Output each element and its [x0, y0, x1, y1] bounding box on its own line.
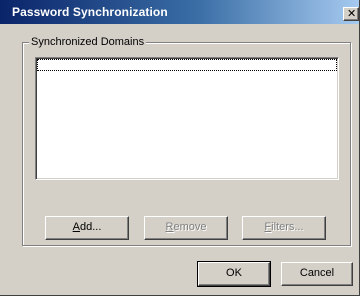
- add-button[interactable]: Add...: [45, 216, 129, 240]
- remove-button[interactable]: Remove: [144, 216, 228, 240]
- close-icon: ✕: [347, 8, 357, 20]
- remove-button-label: emove: [173, 221, 207, 233]
- group-label: Synchronized Domains: [29, 36, 147, 48]
- close-button[interactable]: ✕: [343, 7, 359, 21]
- password-sync-dialog: Password Synchronization ✕ Synchronized …: [0, 0, 360, 296]
- filters-button-label: ilters...: [271, 221, 304, 233]
- cancel-button[interactable]: Cancel: [281, 262, 353, 286]
- add-button-mnemonic: A: [72, 221, 80, 233]
- ok-button[interactable]: OK: [197, 261, 271, 287]
- domains-listbox[interactable]: [35, 57, 339, 180]
- filters-button[interactable]: Filters...: [242, 216, 326, 240]
- add-button-label: dd...: [79, 221, 102, 233]
- title-bar[interactable]: Password Synchronization ✕: [0, 0, 359, 24]
- window-title: Password Synchronization: [12, 5, 168, 19]
- listbox-focus-row[interactable]: [37, 59, 337, 71]
